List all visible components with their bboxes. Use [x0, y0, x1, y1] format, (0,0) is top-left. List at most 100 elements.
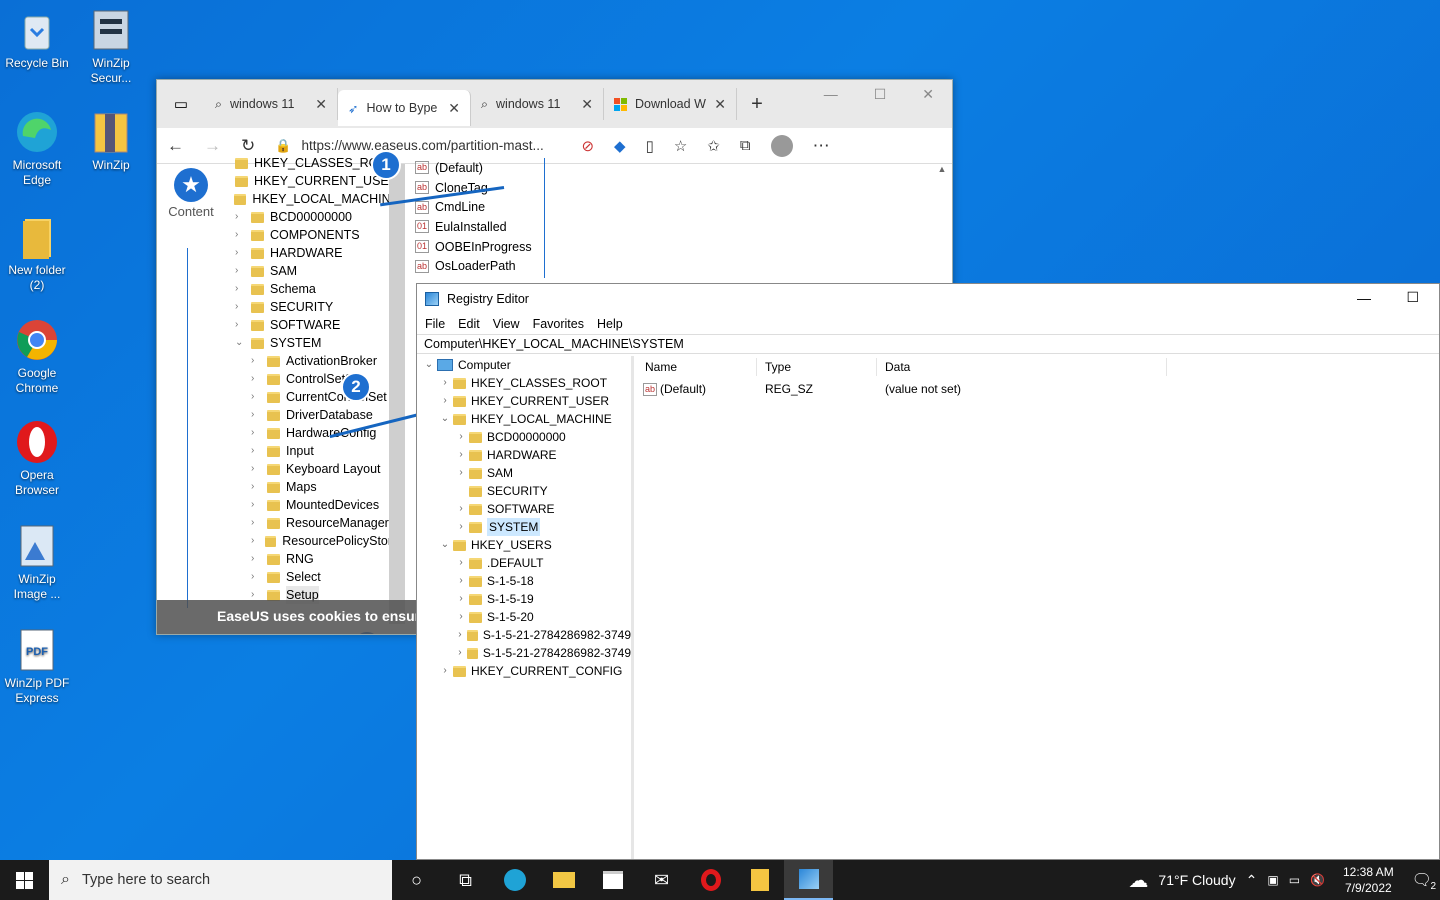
volume-muted-icon[interactable]: 🔇	[1310, 873, 1325, 887]
close-icon[interactable]: ✕	[714, 96, 726, 113]
winzip-taskbar-icon[interactable]	[735, 860, 784, 900]
more-icon[interactable]: ⋯	[813, 136, 830, 156]
chevron-right-icon[interactable]: ›	[453, 608, 469, 626]
chevron-right-icon[interactable]: ›	[453, 518, 469, 536]
taskbar-search[interactable]: ⌕ Type here to search	[49, 860, 392, 900]
chevron-down-icon[interactable]: ⌄	[421, 356, 437, 374]
tree-node[interactable]: ⌄ Computer	[417, 356, 631, 374]
tree-node[interactable]: › HKEY_CLASSES_ROOT	[417, 374, 631, 392]
desktop-icon-new-folder[interactable]: New folder (2)	[0, 215, 74, 293]
tree-node[interactable]: ⌄ HKEY_USERS	[417, 536, 631, 554]
tree-node[interactable]: › S-1-5-20	[417, 608, 631, 626]
chevron-right-icon[interactable]: ›	[453, 554, 469, 572]
tree-node[interactable]: › S-1-5-21-2784286982-3749	[417, 644, 631, 662]
menu-view[interactable]: View	[493, 317, 520, 331]
tree-node[interactable]: › .DEFAULT	[417, 554, 631, 572]
forward-icon[interactable]: →	[204, 136, 221, 156]
task-view-icon[interactable]: ⧉	[441, 860, 490, 900]
menu-help[interactable]: Help	[597, 317, 623, 331]
start-button[interactable]	[0, 860, 49, 900]
menu-favorites[interactable]: Favorites	[533, 317, 584, 331]
weather-text[interactable]: 71°F Cloudy	[1158, 872, 1235, 888]
chevron-right-icon[interactable]: ›	[453, 572, 469, 590]
desktop-icon-opera[interactable]: Opera Browser	[0, 420, 74, 498]
address-bar[interactable]: 🔒 https://www.easeus.com/partition-mast..…	[275, 138, 561, 154]
collections-icon[interactable]: ⧉	[740, 137, 751, 154]
desktop-icon-winzip-pdf[interactable]: PDF WinZip PDF Express	[0, 628, 74, 706]
chevron-right-icon[interactable]: ›	[453, 428, 469, 446]
close-button[interactable]: ✕	[922, 86, 934, 103]
chevron-right-icon[interactable]: ›	[453, 446, 469, 464]
chevron-right-icon[interactable]: ›	[437, 374, 453, 392]
tab-4[interactable]: Download W ✕	[604, 88, 737, 120]
tree-node[interactable]: › S-1-5-21-2784286982-3749	[417, 626, 631, 644]
desktop-icon-winzip[interactable]: WinZip	[74, 110, 148, 173]
chevron-right-icon[interactable]: ›	[453, 590, 469, 608]
column-type[interactable]: Type	[757, 358, 877, 376]
page-scrollbar[interactable]: ▲	[936, 164, 948, 284]
chevron-right-icon[interactable]: ›	[437, 662, 453, 680]
desktop-icon-winzip-secure[interactable]: WinZip Secur...	[74, 8, 148, 86]
chevron-down-icon[interactable]: ⌄	[437, 410, 453, 428]
value-row[interactable]: ab (Default) REG_SZ (value not set)	[637, 380, 1439, 398]
menu-edit[interactable]: Edit	[458, 317, 480, 331]
column-data[interactable]: Data	[877, 358, 1167, 376]
address-bar[interactable]: Computer\HKEY_LOCAL_MACHINE\SYSTEM	[417, 334, 1439, 354]
back-icon[interactable]: ←	[167, 136, 184, 156]
menu-file[interactable]: File	[425, 317, 445, 331]
desktop-icon-chrome[interactable]: Google Chrome	[0, 318, 74, 396]
regedit-taskbar-icon[interactable]	[784, 860, 833, 900]
tree-node[interactable]: › HKEY_CURRENT_CONFIG	[417, 662, 631, 680]
chevron-right-icon[interactable]: ›	[453, 500, 469, 518]
maximize-button[interactable]: ☐	[874, 86, 887, 103]
chevron-right-icon[interactable]: ›	[453, 626, 467, 644]
tree-node[interactable]: › SAM	[417, 464, 631, 482]
tree-node[interactable]: › SOFTWARE	[417, 500, 631, 518]
close-icon[interactable]: ✕	[448, 100, 460, 117]
reader-icon[interactable]: ▯	[646, 137, 654, 155]
meet-icon[interactable]: ▣	[1267, 873, 1278, 887]
network-icon[interactable]: ▭	[1289, 873, 1300, 887]
tag-icon[interactable]: ◆	[614, 137, 626, 155]
store-icon[interactable]	[588, 860, 637, 900]
profile-icon[interactable]	[770, 134, 793, 157]
column-name[interactable]: Name	[637, 358, 757, 376]
desktop-icon-recycle-bin[interactable]: Recycle Bin	[0, 8, 74, 71]
tree-node[interactable]: ⌄ HKEY_LOCAL_MACHINE	[417, 410, 631, 428]
clock[interactable]: 12:38 AM 7/9/2022	[1343, 864, 1394, 896]
favorites-icon[interactable]: ✩	[707, 137, 720, 155]
edge-taskbar-icon[interactable]	[490, 860, 539, 900]
chevron-right-icon[interactable]: ›	[437, 392, 453, 410]
add-favorite-icon[interactable]: ☆	[674, 137, 687, 155]
chevron-right-icon[interactable]: ›	[453, 464, 469, 482]
close-icon[interactable]: ✕	[315, 96, 327, 113]
chevron-right-icon[interactable]: ›	[453, 644, 467, 662]
tree-node[interactable]: › S-1-5-18	[417, 572, 631, 590]
tab-actions-icon[interactable]: ▭	[157, 95, 205, 113]
tree-node[interactable]: › HKEY_CURRENT_USER	[417, 392, 631, 410]
notification-icon[interactable]: 🗨 2	[1412, 870, 1436, 892]
tree-node[interactable]: › S-1-5-19	[417, 590, 631, 608]
desktop-icon-edge[interactable]: Microsoft Edge	[0, 110, 74, 188]
tab-2[interactable]: ➶ How to Bype ✕	[338, 90, 471, 126]
chevron-up-icon[interactable]: ⌃	[1246, 872, 1258, 889]
tab-3[interactable]: ⌕ windows 11 ✕	[471, 88, 604, 120]
refresh-icon[interactable]: ↻	[241, 136, 255, 156]
maximize-button[interactable]: ☐	[1406, 289, 1419, 306]
chevron-down-icon[interactable]: ⌄	[437, 536, 453, 554]
minimize-button[interactable]: —	[824, 86, 838, 103]
extension-icon[interactable]: ⊘	[581, 137, 594, 155]
content-sidebar[interactable]: ★ Content	[167, 168, 215, 219]
tab-1[interactable]: ⌕ windows 11 ✕	[205, 88, 338, 120]
file-explorer-icon[interactable]	[539, 860, 588, 900]
minimize-button[interactable]: —	[1357, 290, 1371, 306]
desktop-icon-winzip-image[interactable]: WinZip Image ...	[0, 524, 74, 602]
cortana-icon[interactable]: ○	[392, 860, 441, 900]
tree-node[interactable]: › SYSTEM	[417, 518, 631, 536]
mail-icon[interactable]: ✉	[637, 860, 686, 900]
tree-node[interactable]: › BCD00000000	[417, 428, 631, 446]
new-tab-button[interactable]: +	[737, 93, 777, 116]
close-icon[interactable]: ✕	[581, 96, 593, 113]
tree-node[interactable]: SECURITY	[417, 482, 631, 500]
opera-taskbar-icon[interactable]	[686, 860, 735, 900]
